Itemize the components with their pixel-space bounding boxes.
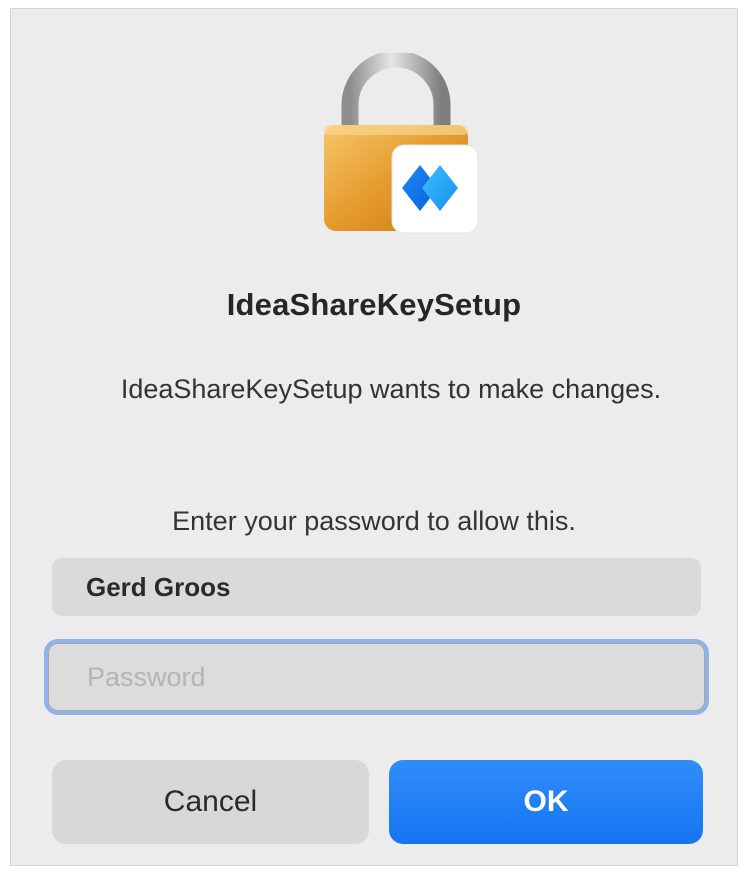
- password-prompt: Enter your password to allow this.: [172, 506, 576, 536]
- cancel-button[interactable]: Cancel: [52, 760, 369, 844]
- password-focus-ring: [44, 639, 709, 715]
- password-field[interactable]: [48, 643, 705, 711]
- username-field[interactable]: Gerd Groos: [52, 558, 701, 616]
- dialog-title: IdeaShareKeySetup: [226, 287, 522, 322]
- lock-icon: [316, 53, 486, 243]
- ok-button[interactable]: OK: [389, 760, 703, 844]
- dialog-message: IdeaShareKeySetup wants to make changes.: [120, 374, 662, 404]
- username-value: Gerd Groos: [86, 571, 231, 602]
- authorization-dialog: IdeaShareKeySetup IdeaShareKeySetup want…: [10, 8, 738, 866]
